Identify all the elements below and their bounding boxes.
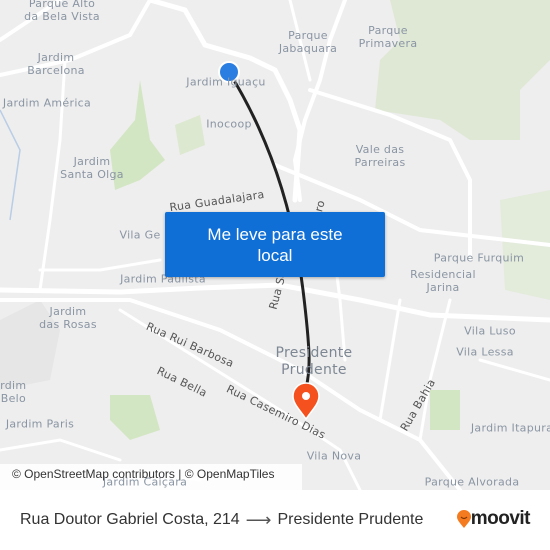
place-label: Inocoop [206, 117, 252, 131]
place-label: Jardim América [2, 96, 92, 110]
brand-name: moovit [470, 508, 531, 529]
take-me-here-button[interactable]: Me leve para este local [165, 212, 385, 277]
place-label: Vila Luso [464, 324, 516, 338]
city-label: Presidente Prudente [275, 345, 353, 378]
place-label: Parque Jabaquara [278, 29, 338, 55]
arrow-right-icon: ⟶ [245, 509, 272, 530]
place-label: Jardim Barcelona [27, 51, 85, 77]
place-label: Vila Ge [119, 228, 161, 242]
moovit-pin-icon [456, 510, 471, 528]
origin-address: Rua Doutor Gabriel Costa, 214 [20, 511, 240, 528]
place-label: Jardim Caiçara [102, 475, 188, 489]
place-label: Vila Nova [306, 449, 362, 463]
destination-pin-icon[interactable] [292, 382, 320, 421]
place-label: Jardim Paris [5, 417, 75, 431]
place-label: Jardim o Belo [0, 379, 27, 405]
place-label: Vale das Parreiras [354, 143, 406, 169]
place-label: Jardim Santa Olga [60, 155, 124, 181]
place-label: Parque Furquim [433, 251, 525, 265]
place-label: Residencial Jarina [410, 268, 476, 294]
moovit-logo[interactable]: moovit [456, 508, 531, 530]
place-label: Vila Lessa [456, 345, 514, 359]
place-label: Parque Alvorada [424, 475, 520, 489]
place-label: Jardim das Rosas [39, 305, 97, 331]
place-label: Jardim Iguaçu [186, 75, 266, 89]
place-label: Parque Primavera [358, 24, 418, 50]
place-label: Parque Alto da Bela Vista [24, 0, 100, 23]
place-label: Jardim Itapura [470, 421, 550, 435]
destination-name: Presidente Prudente [277, 511, 424, 528]
